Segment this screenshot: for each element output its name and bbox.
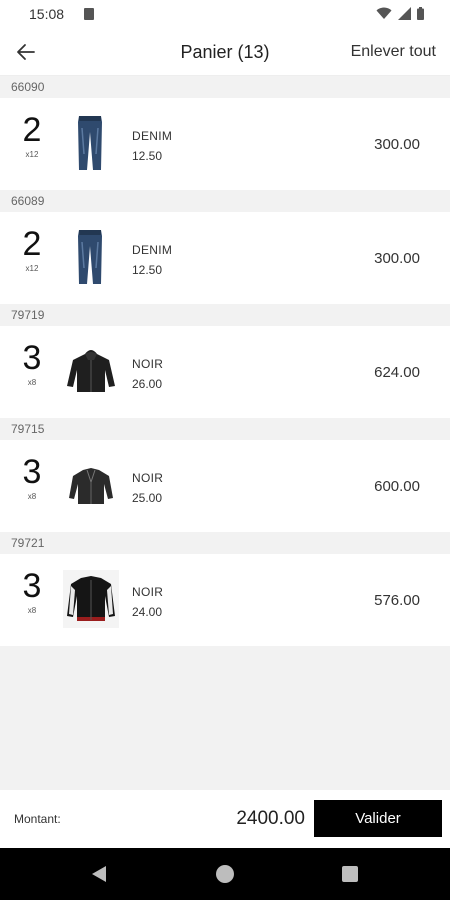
jeans-image xyxy=(78,116,102,170)
quantity-value: 3 xyxy=(22,567,42,605)
item-total: 600.00 xyxy=(374,478,420,495)
battery-icon xyxy=(417,7,424,20)
nav-recents-icon[interactable] xyxy=(342,866,358,882)
item-unit-price: 24.00 xyxy=(132,605,163,619)
amount-value: 2400.00 xyxy=(236,808,305,829)
system-nav-bar xyxy=(0,848,450,900)
cart-footer: Montant: 2400.00 Valider xyxy=(0,790,450,848)
quantity-block: 3 x8 xyxy=(12,340,52,387)
item-unit-price: 26.00 xyxy=(132,377,163,391)
group-header: 79721 xyxy=(0,532,450,554)
item-name: NOIR xyxy=(132,471,164,485)
item-name: NOIR xyxy=(132,585,164,599)
pack-size: x12 xyxy=(25,150,39,159)
app-bar: Panier (13) Enlever tout xyxy=(0,28,450,76)
status-icons xyxy=(376,7,424,20)
item-total: 576.00 xyxy=(374,592,420,609)
item-name: NOIR xyxy=(132,357,164,371)
black-jacket-image xyxy=(67,350,115,392)
signal-icon xyxy=(398,7,411,20)
validate-button[interactable]: Valider xyxy=(314,800,442,837)
item-total: 300.00 xyxy=(374,136,420,153)
quantity-value: 2 xyxy=(22,225,42,263)
quantity-block: 2 x12 xyxy=(12,112,52,159)
pack-size: x8 xyxy=(27,606,37,615)
bomber-jacket-image xyxy=(63,570,119,628)
quantity-block: 3 x8 xyxy=(12,454,52,501)
cart-item[interactable]: 3 x8 NOIR 25.00 600.00 xyxy=(0,440,450,532)
quantity-value: 3 xyxy=(22,339,42,377)
item-unit-price: 12.50 xyxy=(132,263,163,277)
item-total: 300.00 xyxy=(374,250,420,267)
quantity-block: 3 x8 xyxy=(12,568,52,615)
item-name: DENIM xyxy=(132,129,173,143)
pack-size: x8 xyxy=(27,378,37,387)
item-name: DENIM xyxy=(132,243,173,257)
status-time: 15:08 xyxy=(29,6,65,22)
item-unit-price: 12.50 xyxy=(132,149,163,163)
jeans-image xyxy=(78,230,102,284)
quantity-value: 3 xyxy=(22,453,42,491)
status-bar: 15:08 xyxy=(0,0,450,28)
group-header: 79719 xyxy=(0,304,450,326)
cart-item[interactable]: 2 x12 DENIM 12.50 300.00 xyxy=(0,98,450,190)
clear-all-button[interactable]: Enlever tout xyxy=(351,43,436,61)
group-header: 79715 xyxy=(0,418,450,440)
cart-list: 66090 2 x12 DENIM 12.50 300.00 66089 2 x… xyxy=(0,76,450,646)
quantity-value: 2 xyxy=(22,111,42,149)
cart-item[interactable]: 2 x12 DENIM 12.50 300.00 xyxy=(0,212,450,304)
pack-size: x12 xyxy=(25,264,39,273)
group-header: 66090 xyxy=(0,76,450,98)
amount-label: Montant: xyxy=(14,812,61,826)
sim-card-icon xyxy=(84,8,94,20)
nav-back-icon[interactable] xyxy=(90,865,108,883)
item-total: 624.00 xyxy=(374,364,420,381)
item-unit-price: 25.00 xyxy=(132,491,163,505)
cart-item[interactable]: 3 x8 NOIR 24.00 576.00 xyxy=(0,554,450,646)
quantity-block: 2 x12 xyxy=(12,226,52,273)
black-jacket-image xyxy=(69,468,113,504)
cart-item[interactable]: 3 x8 NOIR 26.00 624.00 xyxy=(0,326,450,418)
wifi-icon xyxy=(376,7,392,19)
pack-size: x8 xyxy=(27,492,37,501)
group-header: 66089 xyxy=(0,190,450,212)
nav-home-icon[interactable] xyxy=(216,865,234,883)
